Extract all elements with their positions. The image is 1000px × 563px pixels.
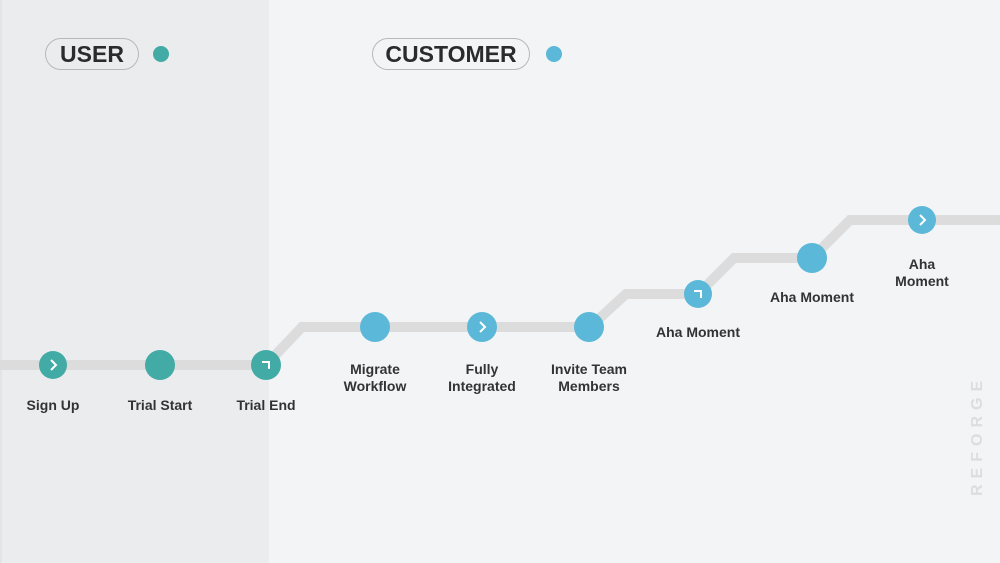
customer-stage-marker (684, 280, 712, 308)
reforge-watermark: REFORGE (969, 374, 986, 496)
customer-stage-marker (467, 312, 497, 342)
journey-node (39, 351, 67, 379)
journey-node (251, 350, 281, 380)
customer-stage-marker (360, 312, 390, 342)
journey-diagram (0, 206, 1000, 380)
node-label: Fully Integrated (448, 361, 516, 394)
node-label: Migrate Workflow (343, 361, 407, 394)
customer-stage-marker (908, 206, 936, 234)
node-label: Aha Moment (656, 324, 740, 340)
user-stage-marker (251, 350, 281, 380)
user-stage-marker (145, 350, 175, 380)
journey-node (145, 350, 175, 380)
node-label: Trial Start (127, 397, 193, 413)
customer-stage-marker (574, 312, 604, 342)
journey-node (908, 206, 936, 234)
user-stage-marker (39, 351, 67, 379)
journey-node (574, 312, 604, 342)
journey-node (360, 312, 390, 342)
journey-node (797, 243, 827, 273)
journey-node (684, 280, 712, 308)
node-label: Sign Up (26, 397, 80, 413)
node-label: Invite Team Members (551, 361, 627, 394)
node-label: Aha Moment (770, 289, 854, 305)
node-label: Aha Moment (895, 256, 949, 289)
customer-stage-marker (797, 243, 827, 273)
node-label: Trial End (236, 397, 296, 413)
journey-node (467, 312, 497, 342)
